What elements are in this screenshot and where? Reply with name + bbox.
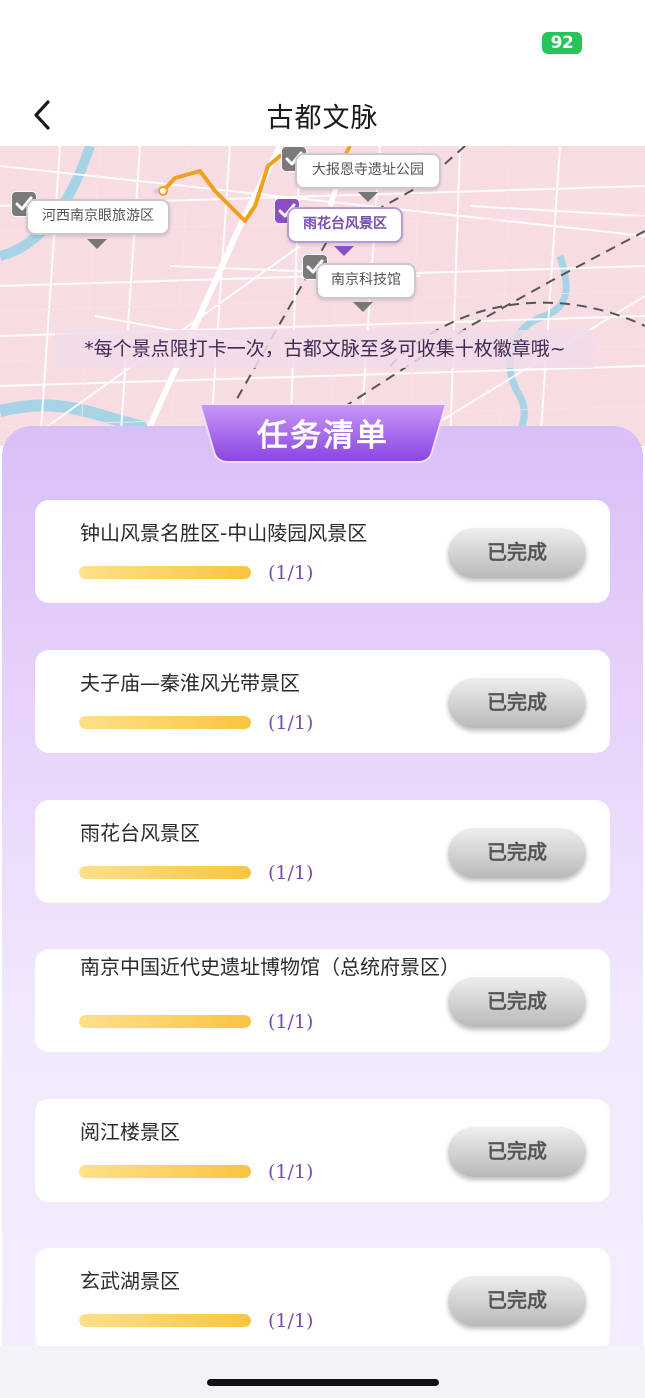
map-spot-hexi-nanjing-eye[interactable]: 河西南京眼旅游区 xyxy=(26,199,170,235)
map-spot-nanjing-science-museum[interactable]: 南京科技馆 xyxy=(316,263,416,299)
completed-button[interactable]: 已完成 xyxy=(448,677,586,728)
map-spot-dabaoensi[interactable]: 大报恩寺遗址公园 xyxy=(295,153,441,189)
task-card: 南京中国近代史遗址博物馆（总统府景区） (1/1) 已完成 xyxy=(35,949,610,1052)
task-name: 玄武湖景区 xyxy=(80,1269,180,1293)
task-name: 钟山风景名胜区-中山陵园风景区 xyxy=(80,521,368,545)
task-progress-bar xyxy=(79,566,251,579)
task-name: 雨花台风景区 xyxy=(80,821,200,845)
bottom-bar xyxy=(0,1346,645,1398)
task-name: 阅江楼景区 xyxy=(80,1120,180,1144)
status-bar: 92 xyxy=(0,0,645,88)
task-progress-bar xyxy=(79,716,251,729)
checkin-notice: *每个景点限打卡一次，古都文脉至多可收集十枚徽章哦~ xyxy=(55,330,595,368)
page-title: 古都文脉 xyxy=(266,103,379,134)
task-progress-text: (1/1) xyxy=(268,862,314,884)
task-progress-bar xyxy=(79,1165,251,1178)
task-card: 夫子庙—秦淮风光带景区 (1/1) 已完成 xyxy=(35,650,610,753)
map-pin-icon xyxy=(87,239,107,249)
task-progress-bar xyxy=(79,1015,251,1028)
task-progress-bar xyxy=(79,1314,251,1327)
task-card: 钟山风景名胜区-中山陵园风景区 (1/1) 已完成 xyxy=(35,500,610,603)
task-progress-text: (1/1) xyxy=(268,1011,314,1033)
task-progress-text: (1/1) xyxy=(268,1310,314,1332)
task-progress-bar xyxy=(79,866,251,879)
map-pin-icon xyxy=(353,302,373,312)
map-spot-yuhuatai[interactable]: 雨花台风景区 xyxy=(287,207,403,243)
task-card: 雨花台风景区 (1/1) 已完成 xyxy=(35,800,610,903)
task-name: 夫子庙—秦淮风光带景区 xyxy=(80,671,300,695)
home-indicator[interactable] xyxy=(207,1379,439,1386)
route-map[interactable]: 大报恩寺遗址公园 河西南京眼旅游区 雨花台风景区 南京科技馆 xyxy=(0,146,645,446)
completed-button[interactable]: 已完成 xyxy=(448,1275,586,1326)
task-card: 玄武湖景区 (1/1) 已完成 xyxy=(35,1248,610,1351)
task-card: 阅江楼景区 (1/1) 已完成 xyxy=(35,1099,610,1202)
task-progress-text: (1/1) xyxy=(268,562,314,584)
task-progress-text: (1/1) xyxy=(268,712,314,734)
task-list-title: 任务清单 xyxy=(257,418,389,454)
battery-indicator: 92 xyxy=(542,32,582,54)
completed-button[interactable]: 已完成 xyxy=(448,527,586,578)
nav-bar: 古都文脉 xyxy=(0,88,645,146)
battery-level: 92 xyxy=(550,33,574,53)
completed-button[interactable]: 已完成 xyxy=(448,827,586,878)
map-pin-icon xyxy=(358,192,378,202)
completed-button[interactable]: 已完成 xyxy=(448,1126,586,1177)
task-progress-text: (1/1) xyxy=(268,1161,314,1183)
map-pin-icon xyxy=(334,246,354,256)
task-name: 南京中国近代史遗址博物馆（总统府景区） xyxy=(80,955,460,979)
completed-button[interactable]: 已完成 xyxy=(448,976,586,1027)
